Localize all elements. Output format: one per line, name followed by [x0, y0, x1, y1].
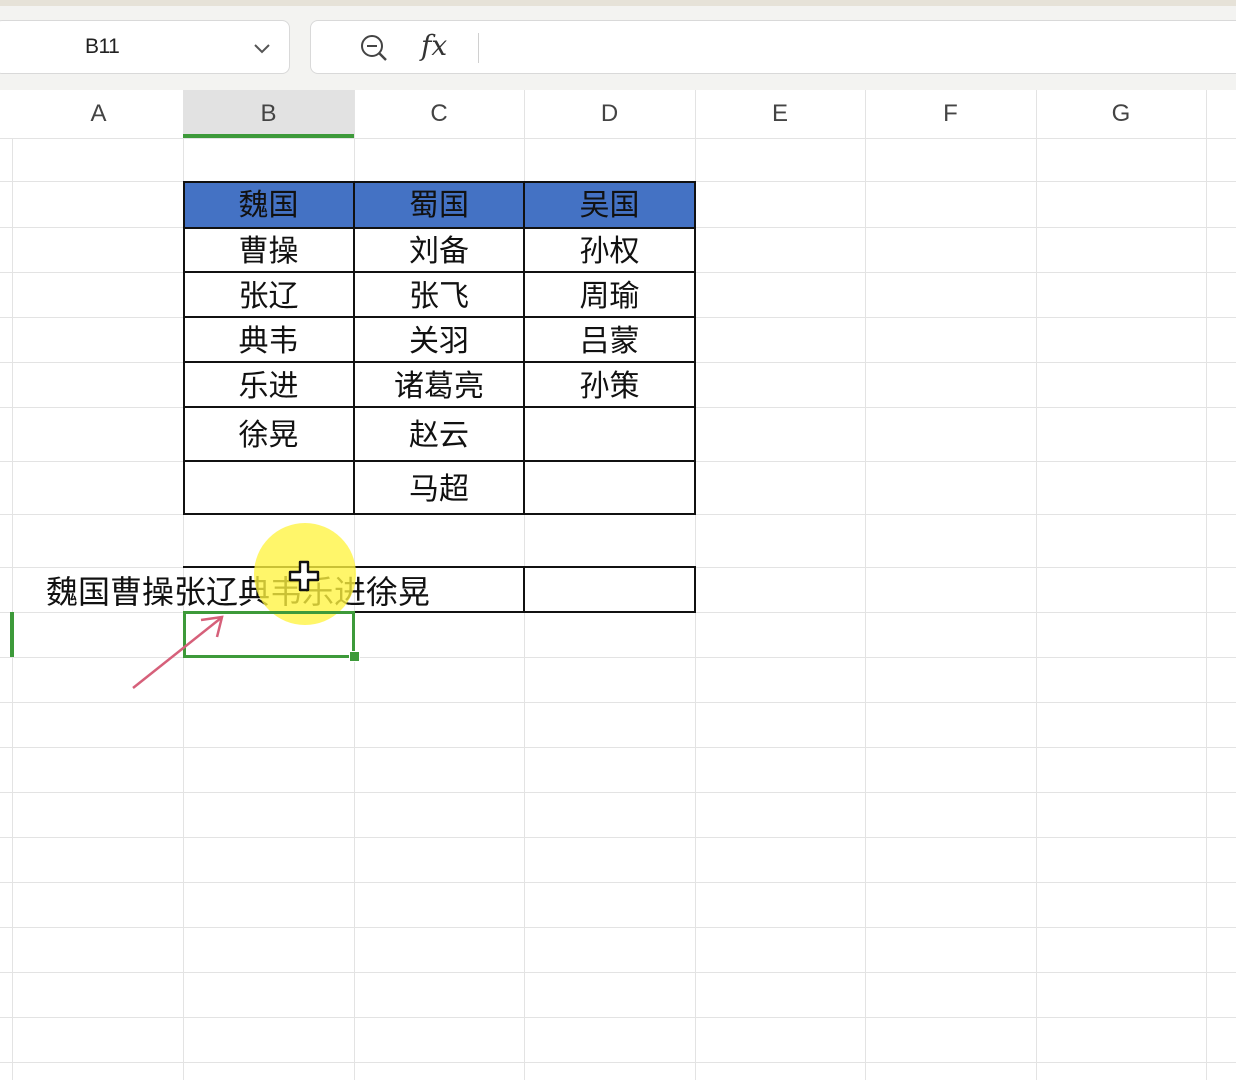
name-box-value: B11 — [85, 35, 120, 58]
concatenated-text-cell[interactable]: 魏国曹操张辽典韦乐进徐晃 — [46, 568, 430, 612]
fill-handle[interactable] — [349, 651, 360, 662]
row-header-edge — [12, 138, 13, 1080]
grid-row-line — [0, 972, 1236, 973]
table-cell[interactable]: 关羽 — [354, 317, 524, 362]
grid-row-line — [0, 1017, 1236, 1018]
grid-column-line — [1036, 138, 1037, 1080]
grid-row-line — [0, 837, 1236, 838]
fx-icon[interactable]: fx — [421, 29, 447, 62]
table-cell[interactable]: 孙策 — [524, 362, 695, 407]
table-cell[interactable]: 马超 — [354, 461, 524, 514]
table-cell[interactable]: 周瑜 — [524, 272, 695, 317]
table-border — [694, 181, 696, 515]
grid-row-line — [0, 792, 1236, 793]
header-separator — [354, 90, 355, 138]
table-cell[interactable]: 曹操 — [183, 227, 354, 272]
arrow-annotation-icon — [132, 615, 224, 689]
table-border — [183, 181, 185, 515]
column-header-a[interactable]: A — [14, 90, 183, 138]
table-cell[interactable]: 乐进 — [183, 362, 354, 407]
chevron-down-icon[interactable] — [251, 37, 273, 59]
table-cell[interactable]: 诸葛亮 — [354, 362, 524, 407]
top-strip — [0, 0, 1236, 6]
table-border — [183, 227, 696, 229]
header-separator — [865, 90, 866, 138]
grid-row-line — [0, 138, 1236, 139]
result-cell-border — [523, 566, 525, 613]
column-header-d[interactable]: D — [524, 90, 695, 138]
grid-row-line — [0, 1062, 1236, 1063]
table-border — [183, 513, 696, 515]
column-header-row: A B C D E F G — [0, 90, 1236, 138]
grid-column-line — [865, 138, 866, 1080]
table-cell[interactable]: 徐晃 — [183, 407, 354, 461]
grid-column-line — [1206, 138, 1207, 1080]
table-header-cell[interactable]: 魏国 — [183, 181, 354, 227]
formula-separator — [478, 33, 479, 63]
move-cursor-icon — [288, 560, 320, 592]
table-border — [183, 460, 696, 462]
table-border — [183, 406, 696, 408]
header-separator — [1036, 90, 1037, 138]
zoom-out-icon[interactable] — [359, 33, 389, 63]
table-header-cell[interactable]: 吴国 — [524, 181, 695, 227]
grid-row-line — [0, 702, 1236, 703]
table-cell[interactable]: 张飞 — [354, 272, 524, 317]
table-border — [183, 181, 696, 183]
grid-row-line — [0, 927, 1236, 928]
table-border — [183, 316, 696, 318]
table-border — [353, 181, 355, 515]
table-cell[interactable]: 张辽 — [183, 272, 354, 317]
table-border — [523, 181, 525, 515]
header-separator — [695, 90, 696, 138]
column-header-b[interactable]: B — [183, 90, 354, 138]
column-header-c[interactable]: C — [354, 90, 524, 138]
header-separator — [1206, 90, 1207, 138]
table-border — [183, 271, 696, 273]
table-cell[interactable]: 刘备 — [354, 227, 524, 272]
header-separator — [524, 90, 525, 138]
table-cell[interactable]: 典韦 — [183, 317, 354, 362]
grid-row-line — [0, 747, 1236, 748]
table-header-cell[interactable]: 蜀国 — [354, 181, 524, 227]
table-cell[interactable]: 孙权 — [524, 227, 695, 272]
name-box[interactable]: B11 — [0, 20, 290, 74]
formula-toolbar: B11 fx — [0, 0, 1236, 90]
result-cell-border — [694, 566, 696, 613]
column-header-g[interactable]: G — [1036, 90, 1206, 138]
column-header-e[interactable]: E — [695, 90, 865, 138]
column-header-f[interactable]: F — [865, 90, 1036, 138]
grid-row-line — [0, 882, 1236, 883]
table-border — [183, 361, 696, 363]
table-cell[interactable] — [524, 461, 695, 514]
table-cell[interactable] — [183, 461, 354, 514]
row-selection-indicator — [10, 612, 14, 657]
table-cell[interactable]: 赵云 — [354, 407, 524, 461]
table-cell[interactable] — [524, 407, 695, 461]
formula-bar[interactable]: fx — [310, 20, 1236, 74]
table-cell[interactable]: 吕蒙 — [524, 317, 695, 362]
